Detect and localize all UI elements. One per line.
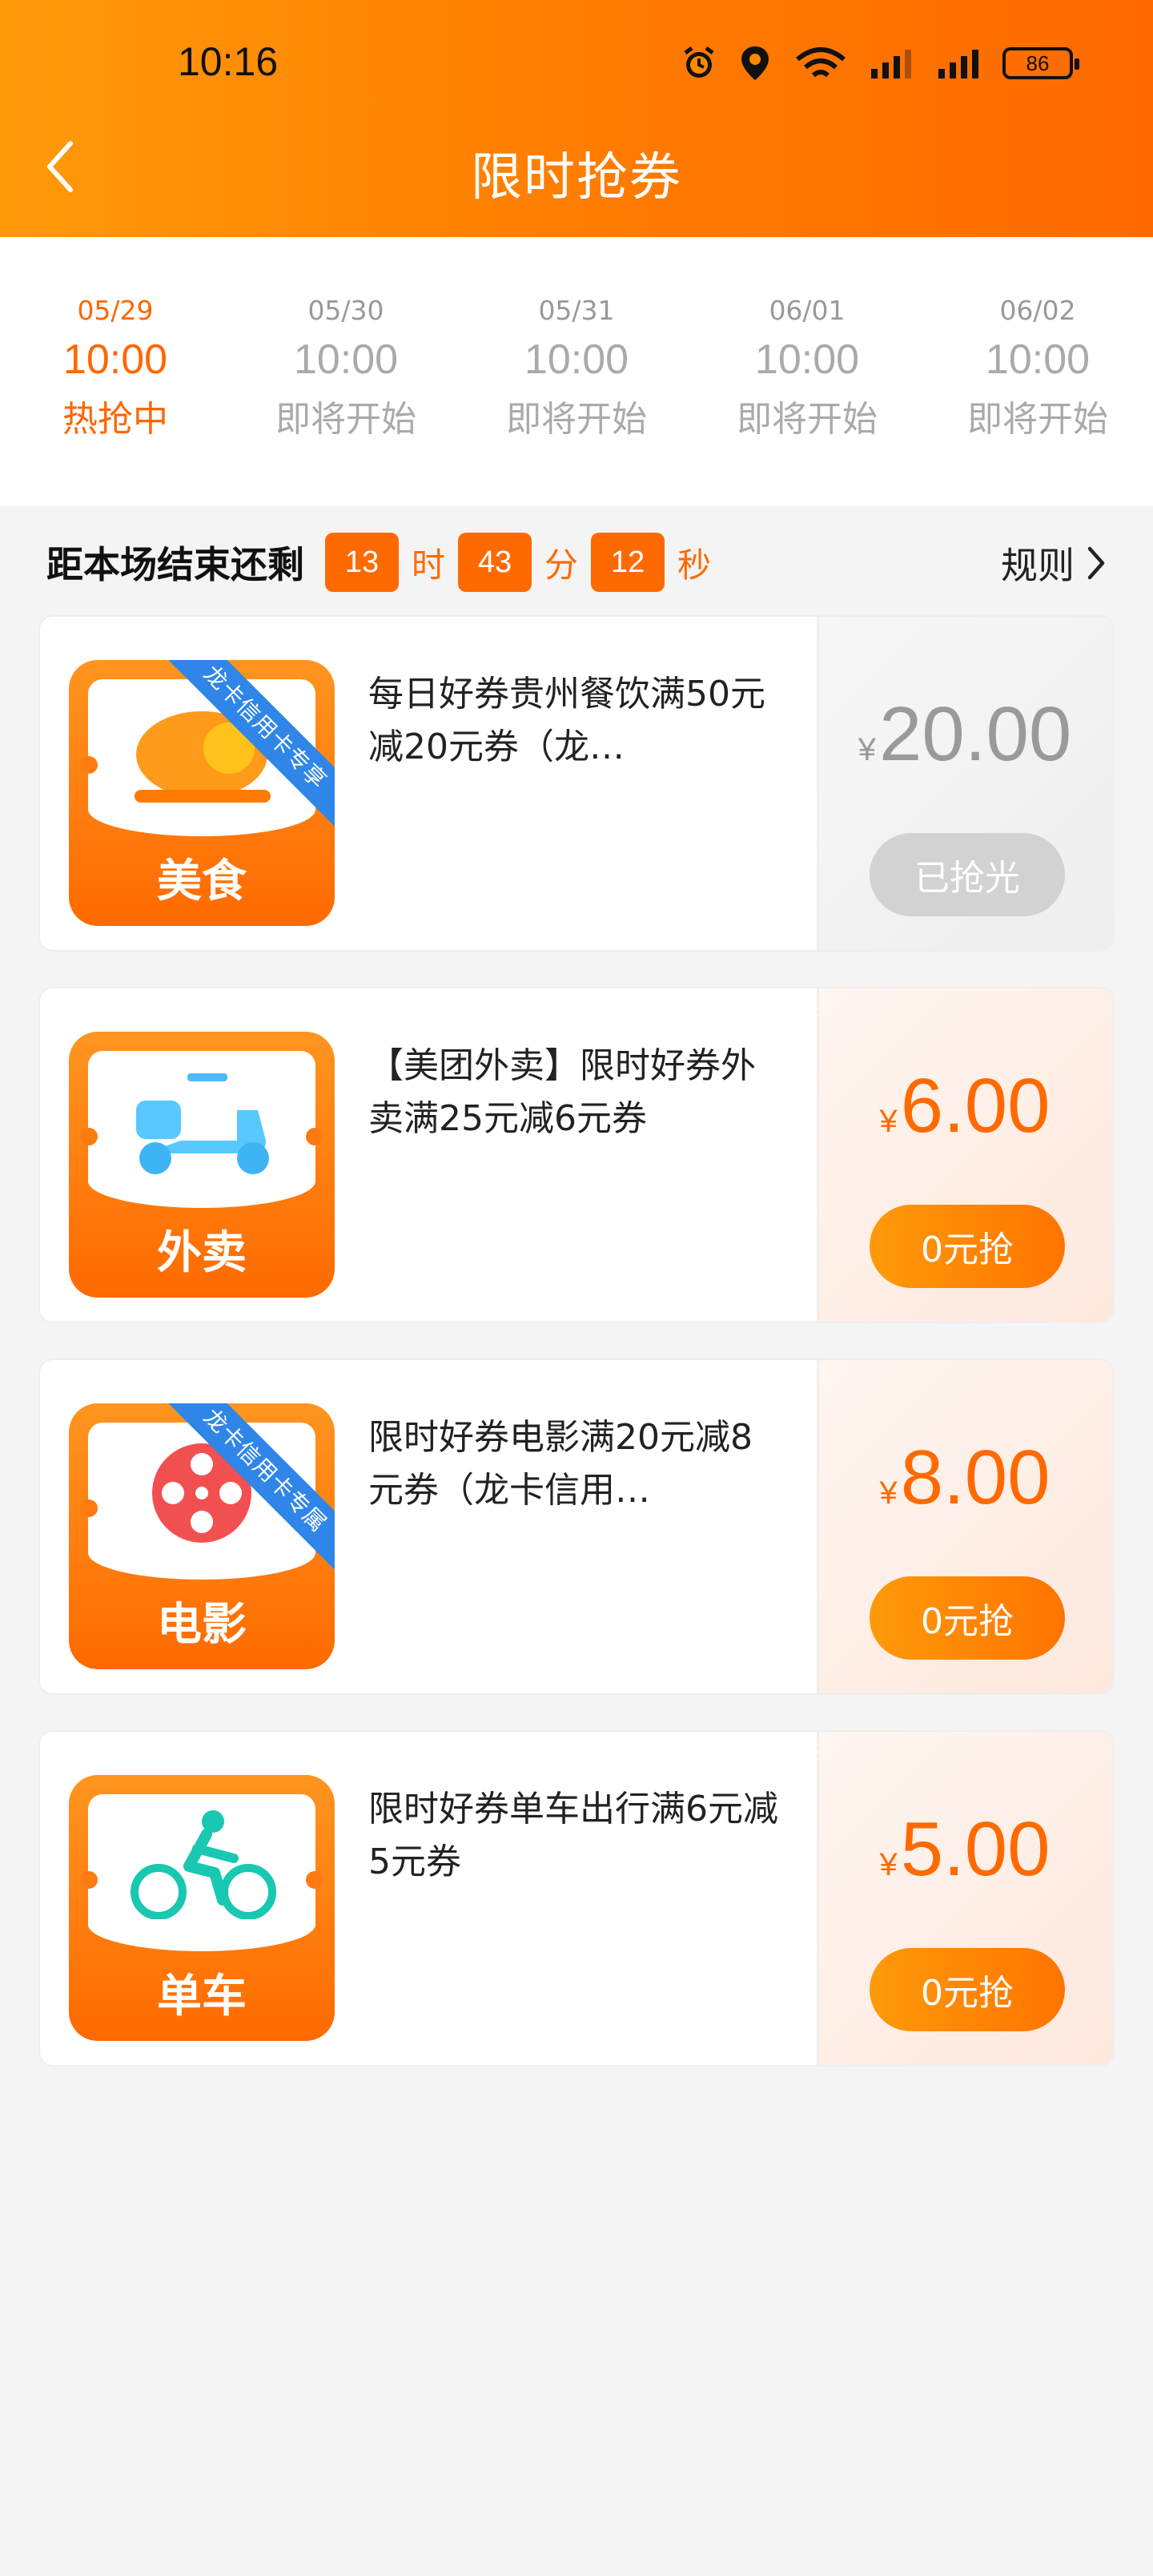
coupon-price: ¥5.00 <box>817 1805 1113 1894</box>
bicycle-icon <box>131 1810 276 1919</box>
rules-label: 规则 <box>1001 544 1075 587</box>
coupon-card-takeout[interactable]: 外卖 【美团外卖】限时好券外卖满25元减6元券 ¥6.00 0元抢 <box>38 987 1115 1323</box>
tab-date: 05/30 <box>307 295 384 326</box>
countdown-seconds: 12 <box>591 533 665 592</box>
category-thumb-food: 龙卡信用卡专享 美食 <box>69 660 335 926</box>
category-thumb-takeout: 外卖 <box>69 1032 335 1298</box>
tab-date: 05/29 <box>77 295 154 326</box>
hours-unit: 时 <box>412 545 446 585</box>
price-amount: 20.00 <box>879 691 1072 777</box>
coupon-title: 限时好券电影满20元减8元券（龙卡信用… <box>368 1417 753 1511</box>
grab-coupon-button[interactable]: 0元抢 <box>870 1576 1065 1660</box>
tab-status: 即将开始 <box>275 399 416 440</box>
battery-indicator: 86 <box>1002 47 1079 79</box>
category-label: 外卖 <box>157 1227 247 1279</box>
coupon-title: 每日好券贵州餐饮满50元减20元券（龙… <box>368 674 765 767</box>
tab-status: 热抢中 <box>62 399 168 440</box>
currency-symbol: ¥ <box>879 1847 898 1882</box>
seconds-unit: 秒 <box>677 545 712 585</box>
tab-status: 即将开始 <box>506 399 647 440</box>
tab-time: 10:00 <box>62 336 168 383</box>
category-label: 电影 <box>157 1599 247 1651</box>
coupon-price: ¥8.00 <box>817 1434 1113 1522</box>
tab-session-4[interactable]: 06/01 10:00 即将开始 <box>692 237 922 506</box>
status-icons: 86 <box>681 45 1079 82</box>
coupon-card-movie[interactable]: 龙卡信用卡专属 电影 限时好券电影满20元减8元券（龙卡信用… ¥8.00 0元… <box>38 1358 1115 1695</box>
status-time: 10:16 <box>178 39 279 84</box>
category-label: 单车 <box>157 1970 247 2023</box>
price-amount: 5.00 <box>900 1806 1051 1892</box>
minutes-unit: 分 <box>544 545 579 585</box>
category-label: 美食 <box>157 855 247 908</box>
alarm-icon <box>681 45 717 82</box>
countdown-row: 距本场结束还剩 13 时 43 分 12 秒 规则 <box>0 506 1153 618</box>
currency-symbol: ¥ <box>858 732 876 767</box>
price-amount: 6.00 <box>900 1063 1051 1149</box>
grab-coupon-button[interactable]: 0元抢 <box>870 1948 1065 2031</box>
coupon-title: 限时好券单车出行满6元减5元券 <box>368 1789 778 1882</box>
price-amount: 8.00 <box>900 1435 1051 1520</box>
location-icon <box>737 45 773 82</box>
grab-coupon-button[interactable]: 0元抢 <box>870 1205 1065 1288</box>
signal-4g-icon <box>935 45 983 82</box>
category-thumb-movie: 龙卡信用卡专属 电影 <box>69 1403 335 1669</box>
category-thumb-bike: 单车 <box>69 1775 335 2041</box>
tab-status: 即将开始 <box>967 399 1108 440</box>
page-title: 限时抢券 <box>471 148 682 207</box>
coupon-price: ¥20.00 <box>817 690 1113 779</box>
rules-link[interactable]: 规则 <box>1001 537 1107 590</box>
tab-time: 10:00 <box>293 336 399 383</box>
tab-date: 05/31 <box>538 295 615 326</box>
tab-date: 06/01 <box>769 295 846 326</box>
countdown-label: 距本场结束还剩 <box>46 543 304 586</box>
scooter-icon <box>136 1073 269 1174</box>
coupon-card-bike[interactable]: 单车 限时好券单车出行满6元减5元券 ¥5.00 0元抢 <box>38 1730 1115 2067</box>
tab-time: 10:00 <box>754 336 860 383</box>
tab-time: 10:00 <box>985 336 1091 383</box>
tab-date: 06/02 <box>999 295 1076 326</box>
tab-session-2[interactable]: 05/30 10:00 即将开始 <box>231 237 461 506</box>
sold-out-button[interactable]: 已抢光 <box>870 833 1065 916</box>
coupon-price: ¥6.00 <box>817 1062 1113 1150</box>
chevron-right-icon <box>1087 546 1105 580</box>
tab-session-1[interactable]: 05/29 10:00 热抢中 <box>0 237 231 506</box>
tab-time: 10:00 <box>524 336 629 383</box>
coupon-card-food[interactable]: 龙卡信用卡专享 美食 每日好券贵州餐饮满50元减20元券（龙… ¥20.00 已… <box>38 615 1115 952</box>
session-tabs: 05/29 10:00 热抢中 05/30 10:00 即将开始 05/31 1… <box>0 237 1153 506</box>
signal-icon <box>868 45 916 82</box>
currency-symbol: ¥ <box>879 1104 898 1139</box>
tab-session-3[interactable]: 05/31 10:00 即将开始 <box>461 237 692 506</box>
wifi-icon <box>793 45 849 82</box>
countdown-minutes: 43 <box>458 533 532 592</box>
currency-symbol: ¥ <box>879 1475 898 1511</box>
coupon-title: 【美团外卖】限时好券外卖满25元减6元券 <box>368 1045 756 1139</box>
tab-status: 即将开始 <box>737 399 878 440</box>
header-bar: 10:16 86 限时抢券 <box>0 0 1153 237</box>
tab-session-5[interactable]: 06/02 10:00 即将开始 <box>922 237 1153 506</box>
countdown-hours: 13 <box>325 533 399 592</box>
